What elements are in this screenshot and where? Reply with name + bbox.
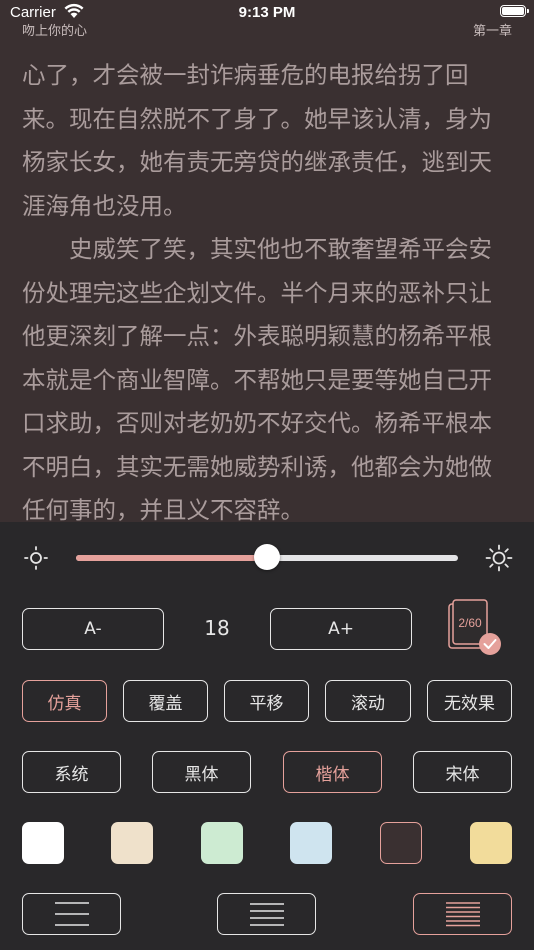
theme-blue-swatch[interactable] — [290, 822, 332, 864]
chapter-content: 心了，才会被一封诈病垂危的电报给拐了回来。现在自然脱不了身了。她早该认清，身为杨… — [22, 54, 514, 533]
page-turn-simulation[interactable]: 仿真 — [22, 680, 107, 722]
font-heiti[interactable]: 黑体 — [152, 751, 251, 793]
status-time: 9:13 PM — [238, 4, 296, 21]
page-turn-cover[interactable]: 覆盖 — [123, 680, 208, 722]
font-songti[interactable]: 宋体 — [413, 751, 512, 793]
font-increase-button[interactable]: A+ — [270, 608, 412, 650]
progress-badge-text: 2/60 — [458, 616, 482, 630]
brightness-slider[interactable] — [76, 544, 458, 570]
theme-parchment-swatch[interactable] — [470, 822, 512, 864]
reading-settings-panel: A- 18 A+ 2/60 仿真 覆盖 平移 滚动 无效果 系统 黑体 楷体 宋… — [0, 522, 534, 950]
font-system[interactable]: 系统 — [22, 751, 121, 793]
chapter-title: 第一章 — [472, 24, 512, 39]
font-kaiti[interactable]: 楷体 — [283, 751, 382, 793]
page-turn-slide[interactable]: 平移 — [224, 680, 309, 722]
line-spacing-loose-button[interactable] — [22, 893, 121, 935]
theme-dark-swatch[interactable] — [380, 822, 422, 864]
line-spacing-medium-button[interactable] — [217, 893, 316, 935]
battery-icon — [500, 5, 529, 17]
page-turn-scroll[interactable]: 滚动 — [325, 680, 411, 722]
reading-progress-icon[interactable]: 2/60 — [446, 598, 504, 658]
book-title: 吻上你的心 — [22, 24, 88, 39]
brightness-fill — [76, 555, 267, 561]
paragraph: 史威笑了笑，其实他也不敢奢望希平会安份处理完这些企划文件。半个月来的恶补只让他更… — [22, 235, 492, 524]
paragraph: 心了，才会被一封诈病垂危的电报给拐了回来。现在自然脱不了身了。她早该认清，身为杨… — [22, 61, 492, 220]
font-size-value: 18 — [204, 616, 230, 640]
line-spacing-medium-icon — [249, 903, 284, 926]
theme-green-swatch[interactable] — [201, 822, 243, 864]
brightness-slider-knob[interactable] — [254, 544, 280, 570]
page-turn-none[interactable]: 无效果 — [427, 680, 512, 722]
font-decrease-button[interactable]: A- — [22, 608, 164, 650]
theme-beige-swatch[interactable] — [111, 822, 153, 864]
brightness-high-icon — [485, 544, 513, 572]
line-spacing-tight-icon — [445, 902, 480, 927]
brightness-low-icon — [24, 546, 48, 570]
line-spacing-tight-button[interactable] — [413, 893, 512, 935]
line-spacing-loose-icon — [54, 902, 89, 926]
theme-white-swatch[interactable] — [22, 822, 64, 864]
